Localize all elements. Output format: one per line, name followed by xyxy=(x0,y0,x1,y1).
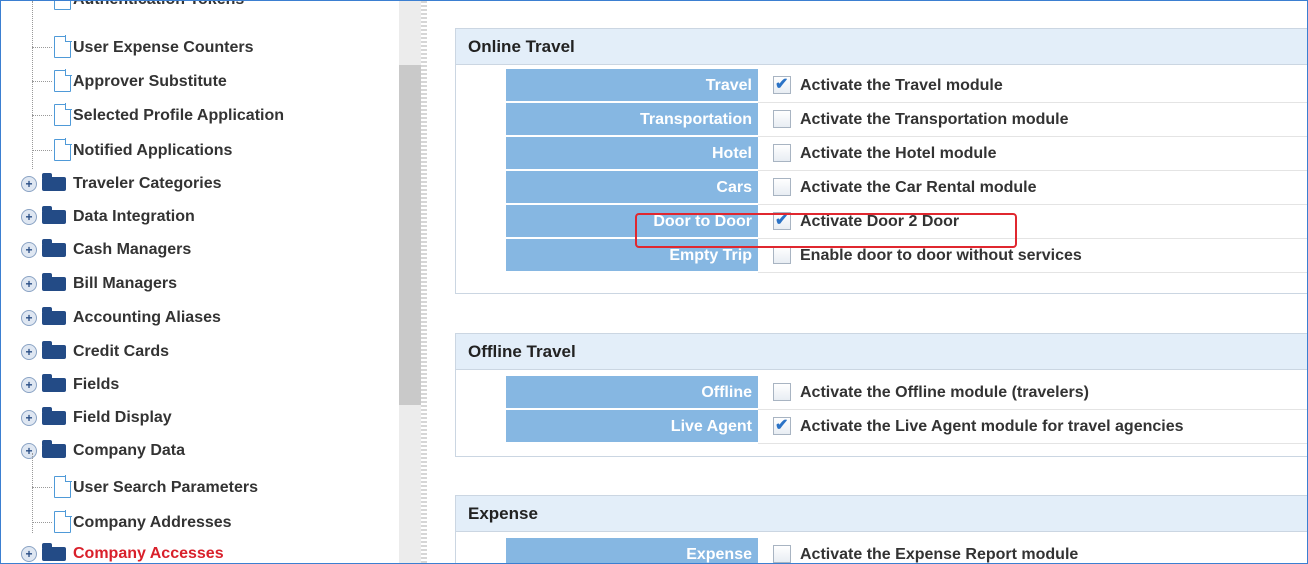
online-travel-panel: Online Travel Travel Activate the Travel… xyxy=(455,28,1307,294)
empty-trip-checkbox[interactable] xyxy=(773,246,791,264)
settings-tree: Authentication Tokens User Expense Count… xyxy=(1,1,399,563)
checkbox-label[interactable]: Activate the Expense Report module xyxy=(800,538,1078,563)
folder-icon xyxy=(42,374,66,392)
expand-plus-icon[interactable]: + xyxy=(21,443,37,459)
document-icon xyxy=(54,35,72,58)
expand-plus-icon[interactable]: + xyxy=(21,176,37,192)
expense-checkbox[interactable] xyxy=(773,545,791,563)
setting-label: Expense xyxy=(506,538,758,563)
panel-title: Online Travel xyxy=(456,29,1307,65)
highlight-annotation-box xyxy=(635,213,1017,248)
tree-connector xyxy=(32,453,33,533)
expand-plus-icon[interactable]: + xyxy=(21,242,37,258)
checkbox-label[interactable]: Activate the Live Agent module for trave… xyxy=(800,410,1184,443)
transportation-checkbox[interactable] xyxy=(773,110,791,128)
setting-row-transportation: Transportation Activate the Transportati… xyxy=(506,103,1307,137)
panel-title: Expense xyxy=(456,496,1307,532)
folder-icon xyxy=(42,407,66,425)
expense-panel: Expense Expense Activate the Expense Rep… xyxy=(455,495,1307,563)
checkbox-label[interactable]: Activate the Travel module xyxy=(800,69,1003,102)
setting-row-hotel: Hotel Activate the Hotel module xyxy=(506,137,1307,171)
folder-icon xyxy=(42,273,66,291)
checkbox-label[interactable]: Activate the Car Rental module xyxy=(800,171,1037,204)
app-frame: Authentication Tokens User Expense Count… xyxy=(0,0,1308,564)
cars-checkbox[interactable] xyxy=(773,178,791,196)
setting-row-expense: Expense Activate the Expense Report modu… xyxy=(506,538,1307,563)
setting-label: Offline xyxy=(506,376,758,409)
document-icon xyxy=(54,69,72,92)
folder-icon xyxy=(42,543,66,561)
setting-row-cars: Cars Activate the Car Rental module xyxy=(506,171,1307,205)
expand-plus-icon[interactable]: + xyxy=(21,410,37,426)
offline-checkbox[interactable] xyxy=(773,383,791,401)
setting-label: Transportation xyxy=(506,103,758,136)
live-agent-checkbox[interactable] xyxy=(773,409,791,442)
checkbox-label[interactable]: Activate the Transportation module xyxy=(800,103,1068,136)
setting-label: Hotel xyxy=(506,137,758,170)
checkbox-label[interactable]: Activate the Offline module (travelers) xyxy=(800,376,1089,409)
settings-content: Online Travel Travel Activate the Travel… xyxy=(427,1,1307,563)
expand-plus-icon[interactable]: + xyxy=(21,310,37,326)
document-icon xyxy=(54,103,72,126)
setting-label: Live Agent xyxy=(506,410,758,443)
tree-scrollbar-thumb[interactable] xyxy=(399,65,421,405)
document-icon xyxy=(54,138,72,161)
expand-plus-icon[interactable]: + xyxy=(21,209,37,225)
folder-icon xyxy=(42,206,66,224)
expand-plus-icon[interactable]: + xyxy=(21,276,37,292)
setting-row-offline: Offline Activate the Offline module (tra… xyxy=(506,376,1307,410)
checkbox-label[interactable]: Activate the Hotel module xyxy=(800,137,996,170)
expand-plus-icon[interactable]: + xyxy=(21,546,37,562)
folder-icon xyxy=(42,440,66,458)
expand-plus-icon[interactable]: + xyxy=(21,377,37,393)
panel-title: Offline Travel xyxy=(456,334,1307,370)
tree-connector xyxy=(32,1,33,169)
setting-label: Travel xyxy=(506,69,758,102)
folder-icon xyxy=(42,341,66,359)
folder-icon xyxy=(42,173,66,191)
offline-travel-panel: Offline Travel Offline Activate the Offl… xyxy=(455,333,1307,457)
document-icon xyxy=(54,475,72,498)
setting-row-travel: Travel Activate the Travel module xyxy=(506,68,1307,103)
document-icon xyxy=(54,1,71,10)
expand-plus-icon[interactable]: + xyxy=(21,344,37,360)
document-icon xyxy=(54,510,72,533)
setting-label: Cars xyxy=(506,171,758,204)
folder-icon xyxy=(42,307,66,325)
setting-row-live-agent: Live Agent Activate the Live Agent modul… xyxy=(506,409,1307,444)
folder-icon xyxy=(42,239,66,257)
hotel-checkbox[interactable] xyxy=(773,144,791,162)
travel-checkbox[interactable] xyxy=(773,68,791,101)
